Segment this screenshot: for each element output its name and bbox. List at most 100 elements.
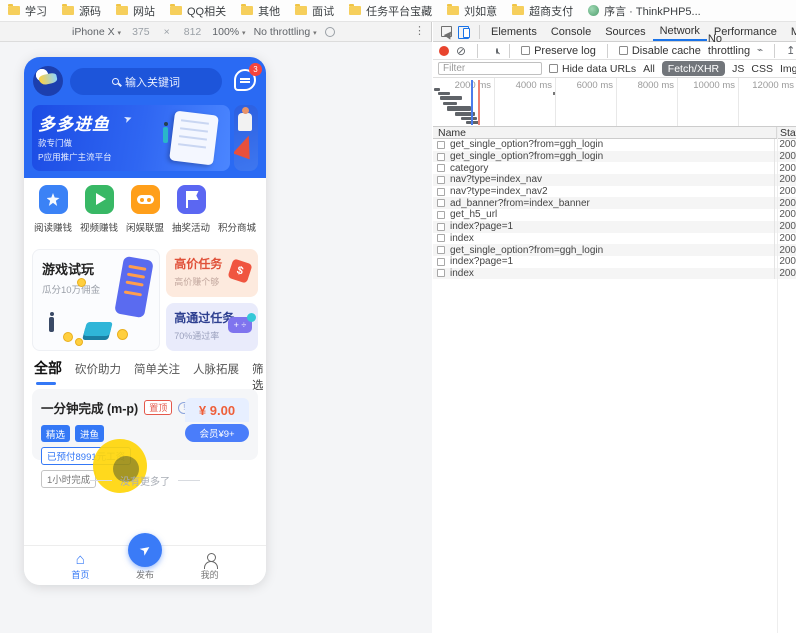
column-header-name[interactable]: Name xyxy=(433,127,777,138)
request-row[interactable]: nav?type=index_nav 200 xyxy=(433,174,796,186)
bookmark-folder[interactable]: 面试 xyxy=(295,3,334,19)
device-select[interactable]: iPhone X ▾ xyxy=(72,26,121,38)
request-row[interactable]: get_single_option?from=ggh_login 200 xyxy=(433,244,796,256)
request-row[interactable]: index?page=1 200 xyxy=(433,220,796,233)
tag-platform: 进鱼 xyxy=(75,425,105,442)
gridline xyxy=(494,78,495,126)
nav-item-games[interactable]: 闲娱联盟 xyxy=(122,185,168,234)
bookmark-folder[interactable]: 源码 xyxy=(62,3,101,19)
nav-label: 视频赚钱 xyxy=(79,223,118,234)
request-row[interactable]: get_single_option?from=ggh_login 200 xyxy=(433,139,796,151)
bookmark-folder[interactable]: 网站 xyxy=(116,3,155,19)
filter-type-all[interactable]: All xyxy=(643,63,655,75)
request-row[interactable]: index 200 xyxy=(433,267,796,280)
nav-item-points-mall[interactable]: 积分商城 xyxy=(214,185,260,234)
checkbox-icon xyxy=(521,46,531,55)
nav-item-lottery[interactable]: 抽奖活动 xyxy=(168,185,214,234)
search-input[interactable]: 输入关键词 xyxy=(70,68,222,95)
price-block: ¥ 9.00 会员¥9+ xyxy=(185,398,249,442)
device-toolbar-menu-icon[interactable]: ⋮ xyxy=(414,24,425,37)
bookmark-folder[interactable]: 其他 xyxy=(241,3,280,19)
person-illustration xyxy=(163,122,168,143)
nav-item-video[interactable]: 视频赚钱 xyxy=(76,185,122,234)
publish-button[interactable]: ➤ xyxy=(128,533,162,567)
high-price-task-card[interactable]: 高价任务 高价赚个够 $ xyxy=(166,249,258,297)
banner-line2: 款专门做 xyxy=(38,138,73,148)
bookmark-page[interactable]: 序言 · ThinkPHP5... xyxy=(588,3,701,19)
task-list-item[interactable]: 一分钟完成 (m-p) 置顶 ! 精选 进鱼 已预付8991元工资 1小时完成 … xyxy=(32,389,258,488)
high-pass-task-card[interactable]: 高通过任务 70%通过率 + ÷ xyxy=(166,303,258,351)
bookmark-folder[interactable]: QQ相关 xyxy=(170,3,226,19)
tab-mine[interactable]: 我的 xyxy=(177,546,242,585)
nav-label: 积分商城 xyxy=(217,223,256,234)
tab-all[interactable]: 全部 xyxy=(34,358,62,385)
game-trial-card[interactable]: 游戏试玩 瓜分10万佣金 xyxy=(32,249,161,351)
banner-next-slide[interactable] xyxy=(234,105,258,171)
import-har-icon[interactable]: ↥ xyxy=(786,45,795,56)
bookmark-folder[interactable]: 超商支付 xyxy=(512,3,573,19)
device-height-field[interactable]: 812 xyxy=(181,26,205,38)
search-icon[interactable] xyxy=(496,47,499,54)
devtools-panel: Elements Console Sources Network Perform… xyxy=(433,22,796,633)
nav-item-read[interactable]: 阅读赚钱 xyxy=(30,185,76,234)
request-row[interactable]: index?page=1 200 xyxy=(433,255,796,268)
network-conditions-icon[interactable]: ⌁ xyxy=(757,45,763,56)
request-row[interactable]: get_h5_url 200 xyxy=(433,209,796,221)
filter-type-css[interactable]: CSS xyxy=(751,63,773,75)
bookmark-folder[interactable]: 刘如意 xyxy=(447,3,497,19)
column-header-status[interactable]: Status xyxy=(777,127,796,138)
tab-elements[interactable]: Elements xyxy=(484,22,544,41)
promo-banner[interactable]: 多多进鱼 ➤ 款专门做 P应用推广主流平台 xyxy=(32,105,230,171)
dimension-times: × xyxy=(163,25,170,38)
app-logo[interactable] xyxy=(33,66,63,96)
request-row[interactable]: nav?type=index_nav2 200 xyxy=(433,185,796,198)
tab-memory[interactable]: Memory xyxy=(784,22,796,41)
tab-network[interactable]: Network xyxy=(652,22,707,41)
member-price-button[interactable]: 会员¥9+ xyxy=(185,424,249,442)
request-row[interactable]: get_single_option?from=ggh_login 200 xyxy=(433,150,796,163)
rotate-icon[interactable] xyxy=(324,26,335,37)
tab-network[interactable]: 人脉拓展 xyxy=(193,361,239,377)
record-icon[interactable] xyxy=(439,45,449,56)
tab-publish[interactable]: ➤ 发布 xyxy=(113,533,178,585)
tab-bargain[interactable]: 砍价助力 xyxy=(75,361,121,377)
tab-filter[interactable]: 筛选 xyxy=(252,361,266,393)
bookmark-star-icon xyxy=(38,185,68,214)
folder-icon xyxy=(8,4,20,15)
network-overview-timeline[interactable]: 2000 ms 4000 ms 6000 ms 8000 ms 10000 ms… xyxy=(433,78,796,127)
clear-icon[interactable]: ⊘ xyxy=(456,45,466,57)
separator xyxy=(774,43,776,58)
figure-illustration xyxy=(49,312,54,332)
bookmarks-bar: 学习 源码 网站 QQ相关 其他 面试 任务平台宝藏 刘如意 超商支付 序言 ·… xyxy=(0,0,796,22)
zoom-select[interactable]: 100% ▾ xyxy=(212,26,245,38)
requests-table: get_single_option?from=ggh_login 200 get_… xyxy=(433,139,796,280)
request-row[interactable]: category 200 xyxy=(433,162,796,175)
filter-input[interactable] xyxy=(438,62,542,75)
tab-console[interactable]: Console xyxy=(544,22,598,41)
column-divider[interactable] xyxy=(777,127,778,633)
filter-type-js[interactable]: JS xyxy=(732,63,744,75)
device-emulation-pane: iPhone X ▾ 375 × 812 100% ▾ No throttlin… xyxy=(0,22,432,633)
filter-type-img[interactable]: Img xyxy=(780,63,796,75)
preserve-log-checkbox[interactable]: Preserve log xyxy=(521,45,596,57)
tab-follow[interactable]: 简单关注 xyxy=(134,361,180,377)
bookmark-label: 任务平台宝藏 xyxy=(366,5,433,18)
hide-data-urls-checkbox[interactable]: Hide data URLs xyxy=(549,63,636,75)
gridline xyxy=(738,78,739,126)
device-width-field[interactable]: 375 xyxy=(129,26,153,38)
inspect-element-icon[interactable] xyxy=(441,26,452,37)
coin-icon xyxy=(77,278,86,287)
device-toolbar-toggle-icon[interactable] xyxy=(458,25,470,39)
tab-home[interactable]: ⌂ 首页 xyxy=(48,546,113,585)
tab-sources[interactable]: Sources xyxy=(598,22,652,41)
request-row[interactable]: ad_banner?from=index_banner 200 xyxy=(433,197,796,210)
disable-cache-checkbox[interactable]: Disable cache xyxy=(618,45,701,57)
bookmark-folder[interactable]: 学习 xyxy=(8,3,47,19)
throttle-select[interactable]: No throttling ▾ xyxy=(254,26,317,38)
request-row[interactable]: index 200 xyxy=(433,232,796,245)
filter-type-fetch-xhr[interactable]: Fetch/XHR xyxy=(661,61,726,76)
status-code: 200 xyxy=(779,151,796,163)
bookmark-folder[interactable]: 任务平台宝藏 xyxy=(349,3,432,19)
paper-plane-icon: ➤ xyxy=(122,112,135,127)
status-code: 200 xyxy=(779,139,796,151)
